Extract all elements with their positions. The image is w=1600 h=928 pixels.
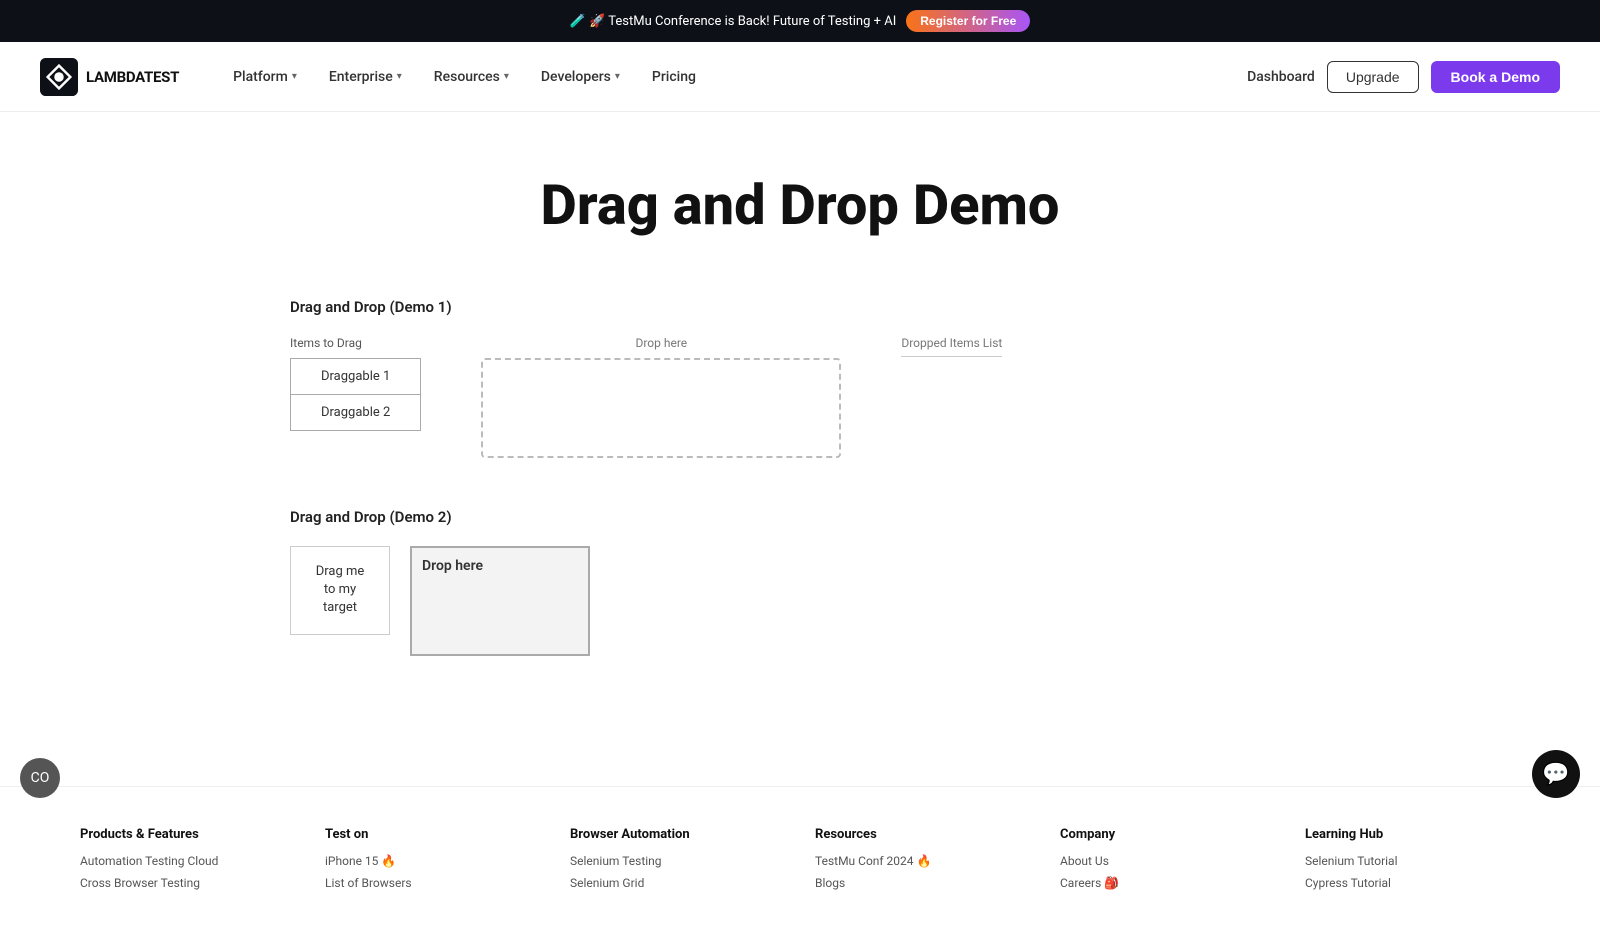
chevron-down-icon: ▾ bbox=[397, 71, 402, 82]
demo1-section: Drag and Drop (Demo 1) Items to Drag Dra… bbox=[290, 298, 1310, 458]
footer-col-learning-title: Learning Hub bbox=[1305, 827, 1520, 842]
chat-icon: 💬 bbox=[1542, 762, 1569, 787]
draggable-item-1[interactable]: Draggable 1 bbox=[290, 358, 421, 395]
nav-platform-label: Platform bbox=[233, 69, 288, 85]
footer-link-cross-browser[interactable]: Cross Browser Testing bbox=[80, 876, 295, 890]
nav-pricing[interactable]: Pricing bbox=[638, 61, 710, 93]
footer-link-selenium[interactable]: Selenium Testing bbox=[570, 854, 785, 868]
dropped-items-label: Dropped Items List bbox=[901, 336, 1002, 357]
support-icon[interactable]: CO bbox=[20, 758, 60, 798]
drop-column: Drop here bbox=[481, 336, 841, 458]
footer-col-resources: Resources TestMu Conf 2024 🔥 Blogs bbox=[815, 827, 1030, 898]
drop-here-box[interactable]: Drop here bbox=[410, 546, 590, 656]
footer-link-careers[interactable]: Careers 🎒 bbox=[1060, 876, 1275, 890]
navbar: LAMBDATEST Platform ▾ Enterprise ▾ Resou… bbox=[0, 42, 1600, 112]
chevron-down-icon: ▾ bbox=[292, 71, 297, 82]
demo2-label: Drag and Drop (Demo 2) bbox=[290, 508, 1310, 526]
book-demo-button[interactable]: Book a Demo bbox=[1431, 61, 1560, 93]
footer-link-testmu[interactable]: TestMu Conf 2024 🔥 bbox=[815, 854, 1030, 868]
footer-col-browser-automation-title: Browser Automation bbox=[570, 827, 785, 842]
footer: Products & Features Automation Testing C… bbox=[0, 786, 1600, 928]
footer-col-products: Products & Features Automation Testing C… bbox=[80, 827, 295, 898]
drop-here-label: Drop here bbox=[481, 336, 841, 350]
footer-col-learning: Learning Hub Selenium Tutorial Cypress T… bbox=[1305, 827, 1520, 898]
logo-icon bbox=[40, 58, 78, 96]
demo2-section: Drag and Drop (Demo 2) Drag me to my tar… bbox=[290, 508, 1310, 656]
footer-link-automation[interactable]: Automation Testing Cloud bbox=[80, 854, 295, 868]
nav-resources[interactable]: Resources ▾ bbox=[420, 61, 523, 93]
footer-link-iphone[interactable]: iPhone 15 🔥 bbox=[325, 854, 540, 868]
footer-link-selenium-tutorial[interactable]: Selenium Tutorial bbox=[1305, 854, 1520, 868]
draggable-item-2[interactable]: Draggable 2 bbox=[290, 395, 421, 431]
upgrade-button[interactable]: Upgrade bbox=[1327, 61, 1419, 93]
items-to-drag-label: Items to Drag bbox=[290, 336, 421, 350]
demo1-container: Items to Drag Draggable 1 Draggable 2 Dr… bbox=[290, 336, 1310, 458]
register-button[interactable]: Register for Free bbox=[906, 10, 1030, 32]
support-label: CO bbox=[31, 770, 50, 786]
nav-resources-label: Resources bbox=[434, 69, 500, 85]
footer-col-browser-automation: Browser Automation Selenium Testing Sele… bbox=[570, 827, 785, 898]
footer-link-cypress-tutorial[interactable]: Cypress Tutorial bbox=[1305, 876, 1520, 890]
nav-developers-label: Developers bbox=[541, 69, 611, 85]
main-content: Drag and Drop Demo Drag and Drop (Demo 1… bbox=[250, 112, 1350, 786]
page-title: Drag and Drop Demo bbox=[290, 172, 1310, 238]
nav-developers[interactable]: Developers ▾ bbox=[527, 61, 634, 93]
footer-col-resources-title: Resources bbox=[815, 827, 1030, 842]
drop-zone[interactable] bbox=[481, 358, 841, 458]
banner-text: 🧪 🚀 TestMu Conference is Back! Future of… bbox=[570, 14, 897, 29]
drag-me-box[interactable]: Drag me to my target bbox=[290, 546, 390, 635]
dashboard-link[interactable]: Dashboard bbox=[1247, 69, 1315, 85]
chevron-down-icon: ▾ bbox=[504, 71, 509, 82]
chevron-down-icon: ▾ bbox=[615, 71, 620, 82]
footer-link-browsers[interactable]: List of Browsers bbox=[325, 876, 540, 890]
footer-col-company: Company About Us Careers 🎒 bbox=[1060, 827, 1275, 898]
nav-pricing-label: Pricing bbox=[652, 69, 696, 85]
nav-platform[interactable]: Platform ▾ bbox=[219, 61, 311, 93]
nav-enterprise[interactable]: Enterprise ▾ bbox=[315, 61, 416, 93]
drop-here-text: Drop here bbox=[422, 558, 483, 574]
footer-col-products-title: Products & Features bbox=[80, 827, 295, 842]
footer-grid: Products & Features Automation Testing C… bbox=[80, 827, 1520, 898]
top-banner: 🧪 🚀 TestMu Conference is Back! Future of… bbox=[0, 0, 1600, 42]
dropped-column: Dropped Items List bbox=[901, 336, 1002, 365]
logo[interactable]: LAMBDATEST bbox=[40, 58, 179, 96]
footer-link-selenium-grid[interactable]: Selenium Grid bbox=[570, 876, 785, 890]
footer-col-company-title: Company bbox=[1060, 827, 1275, 842]
footer-link-blogs[interactable]: Blogs bbox=[815, 876, 1030, 890]
footer-col-test-on-title: Test on bbox=[325, 827, 540, 842]
demo2-container: Drag me to my target Drop here bbox=[290, 546, 1310, 656]
demo1-label: Drag and Drop (Demo 1) bbox=[290, 298, 1310, 316]
nav-actions: Dashboard Upgrade Book a Demo bbox=[1247, 61, 1560, 93]
footer-link-about[interactable]: About Us bbox=[1060, 854, 1275, 868]
nav-enterprise-label: Enterprise bbox=[329, 69, 393, 85]
logo-text: LAMBDATEST bbox=[86, 68, 179, 86]
navbar-nav: Platform ▾ Enterprise ▾ Resources ▾ Deve… bbox=[219, 61, 1247, 93]
items-column: Items to Drag Draggable 1 Draggable 2 bbox=[290, 336, 421, 431]
chat-button[interactable]: 💬 bbox=[1532, 750, 1580, 798]
footer-col-test-on: Test on iPhone 15 🔥 List of Browsers bbox=[325, 827, 540, 898]
